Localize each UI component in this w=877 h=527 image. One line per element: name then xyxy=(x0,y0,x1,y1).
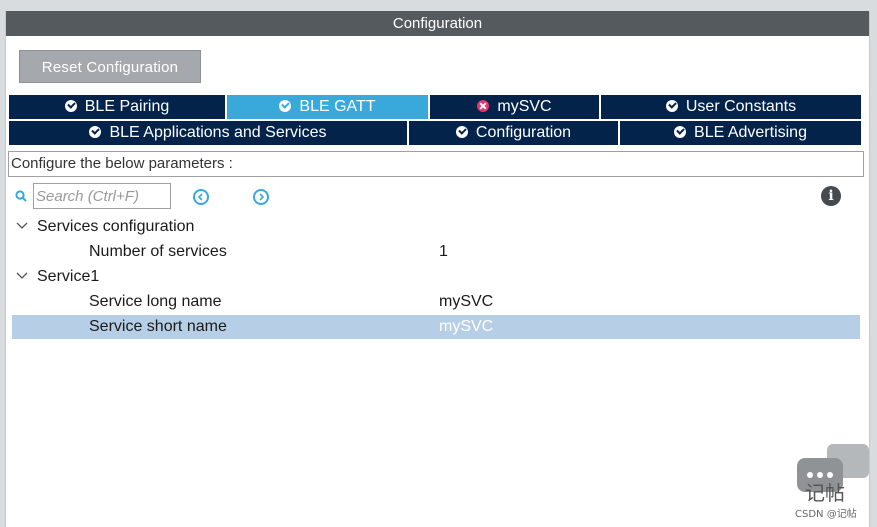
watermark-caption: CSDN @记帖 xyxy=(795,509,857,520)
search-input[interactable] xyxy=(33,183,171,209)
tree-group-services-configuration[interactable]: Services configuration xyxy=(12,215,860,239)
error-circle-icon xyxy=(477,100,490,112)
check-circle-icon xyxy=(89,126,102,138)
parameters-description: Configure the below parameters : xyxy=(8,151,864,177)
check-circle-icon xyxy=(64,100,77,112)
property-row[interactable]: Service long name mySVC xyxy=(12,290,860,314)
property-value[interactable]: mySVC xyxy=(439,290,493,314)
tree-group-service1[interactable]: Service1 xyxy=(12,265,860,289)
property-row-selected[interactable]: Service short name mySVC xyxy=(12,315,860,339)
check-circle-icon xyxy=(455,126,468,138)
previous-match-button[interactable] xyxy=(193,189,209,205)
tab-ble-advertising[interactable]: BLE Advertising xyxy=(620,121,861,145)
property-label: Number of services xyxy=(89,243,227,260)
property-label: Service short name xyxy=(89,318,227,335)
property-value[interactable]: mySVC xyxy=(439,315,493,339)
tab-ble-gatt[interactable]: BLE GATT xyxy=(227,95,430,119)
chevron-down-icon[interactable] xyxy=(16,222,28,230)
tab-mysvc[interactable]: mySVC xyxy=(430,95,601,119)
reset-configuration-button[interactable]: Reset Configuration xyxy=(19,50,201,83)
chevron-left-icon xyxy=(197,193,203,201)
tab-configuration[interactable]: Configuration xyxy=(409,121,620,145)
chevron-down-icon[interactable] xyxy=(16,272,28,280)
property-value[interactable]: 1 xyxy=(439,240,448,264)
tab-user-constants[interactable]: User Constants xyxy=(601,95,861,119)
property-row[interactable]: Number of services 1 xyxy=(12,240,860,264)
group-label: Services configuration xyxy=(37,218,195,235)
watermark-text: 记帖 xyxy=(805,481,845,505)
check-circle-icon xyxy=(665,100,678,112)
tab-ble-pairing[interactable]: BLE Pairing xyxy=(9,95,227,119)
tab-ble-applications-and-services[interactable]: BLE Applications and Services xyxy=(9,121,409,145)
next-match-button[interactable] xyxy=(253,189,269,205)
check-circle-icon xyxy=(279,100,292,112)
panel-title: Configuration xyxy=(6,11,869,36)
check-circle-icon xyxy=(674,126,687,138)
info-icon[interactable]: i xyxy=(821,186,841,206)
group-label: Service1 xyxy=(37,268,100,285)
search-icon xyxy=(15,190,27,202)
chevron-right-icon xyxy=(259,193,265,201)
property-label: Service long name xyxy=(89,293,222,310)
configuration-panel: Configuration Reset Configuration BLE Pa… xyxy=(5,11,870,527)
